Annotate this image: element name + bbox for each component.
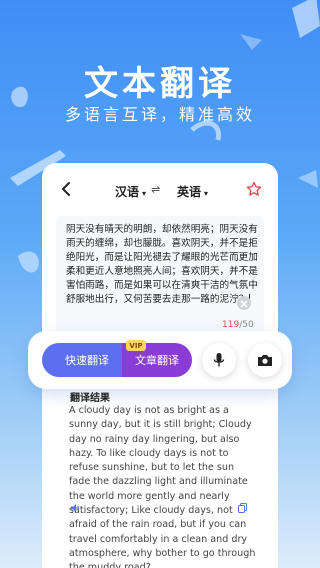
- chevron-left-icon[interactable]: [59, 181, 73, 197]
- chevron-down-icon: ▾: [142, 189, 147, 198]
- top-bar: 汉语 ▾ ⇌ 英语 ▾: [42, 163, 278, 215]
- swap-icon[interactable]: ⇌: [151, 183, 160, 196]
- vip-badge: VIP: [126, 340, 146, 351]
- chevron-down-icon: ▾: [204, 189, 209, 198]
- character-count-current: 119: [222, 320, 240, 330]
- voice-input-button[interactable]: [202, 343, 236, 377]
- source-language-selector[interactable]: 汉语 ▾: [115, 183, 146, 200]
- character-counter: 119/50: [222, 320, 254, 330]
- source-text-input[interactable]: 阴天没有晴天的明朗，却依然明亮；阴天没有雨天的缠绵，却也朦胧。喜欢阴天，并不是拒…: [56, 216, 264, 333]
- character-count-max: /50: [239, 320, 254, 330]
- result-title: 翻译结果: [70, 393, 110, 404]
- source-text-area[interactable]: 阴天没有晴天的明朗，却依然明亮；阴天没有雨天的缠绵，却也朦胧。喜欢阴天，并不是拒…: [66, 223, 258, 307]
- fast-translate-button[interactable]: 快速翻译: [42, 343, 132, 377]
- hero-title: 文本翻译: [84, 64, 236, 104]
- star-outline-icon[interactable]: [246, 181, 262, 197]
- camera-icon: [258, 355, 272, 366]
- result-text: A cloudy day is not as bright as a sunny…: [69, 405, 256, 568]
- source-text: 阴天没有晴天的明朗，却依然明亮；阴天没有雨天的缠绵，却也朦胧。喜欢阴天，并不是拒…: [66, 224, 258, 305]
- source-language-label: 汉语: [115, 185, 140, 199]
- microphone-icon: [213, 353, 225, 367]
- hero-subtitle: 多语言互译，精准高效: [64, 105, 255, 124]
- target-language-label: 英语: [177, 185, 202, 199]
- copy-icon[interactable]: [238, 503, 247, 513]
- camera-translate-button[interactable]: [248, 343, 282, 377]
- target-language-selector[interactable]: 英语 ▾: [177, 183, 208, 200]
- clear-circle-icon[interactable]: [237, 296, 251, 310]
- speaker-icon[interactable]: [70, 503, 81, 513]
